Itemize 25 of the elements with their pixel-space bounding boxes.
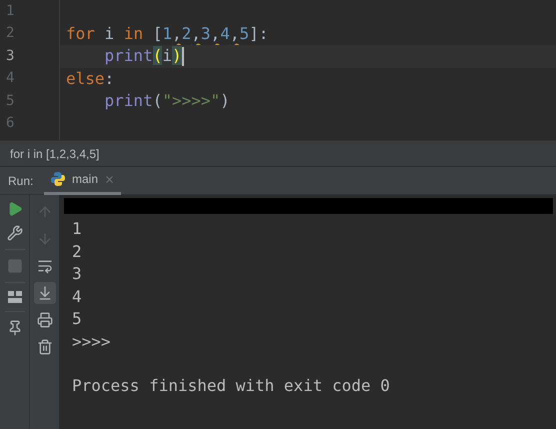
code-line: for i in [1,2,3,4,5]: (66, 24, 268, 44)
run-icon[interactable] (6, 201, 22, 217)
output-line: 3 (72, 263, 83, 285)
pin-icon[interactable] (6, 320, 22, 336)
wrench-icon[interactable] (6, 225, 22, 241)
code-line: else: (66, 68, 114, 89)
output-line: 2 (72, 240, 83, 262)
output-line: 1 (72, 218, 83, 240)
run-label: Run: (7, 172, 34, 190)
line-number: 3 (6, 46, 14, 66)
python-icon (50, 171, 66, 187)
scroll-to-end-icon[interactable] (34, 282, 56, 304)
breadcrumb[interactable]: for i in [1,2,3,4,5] (10, 144, 100, 162)
line-number: 2 (6, 24, 14, 44)
output-line: 5 (72, 308, 83, 330)
exit-message: Process finished with exit code 0 (72, 375, 391, 397)
line-number: 5 (6, 92, 14, 111)
code-line: print(i) (104, 46, 182, 66)
code-line: print(">>>>") (104, 91, 230, 112)
line-number: 6 (6, 114, 14, 134)
output-line: 4 (72, 286, 83, 308)
line-number: 1 (6, 2, 14, 21)
output-line: >>>> (72, 330, 112, 352)
line-number: 4 (6, 69, 14, 88)
layout-icon[interactable] (8, 291, 22, 303)
